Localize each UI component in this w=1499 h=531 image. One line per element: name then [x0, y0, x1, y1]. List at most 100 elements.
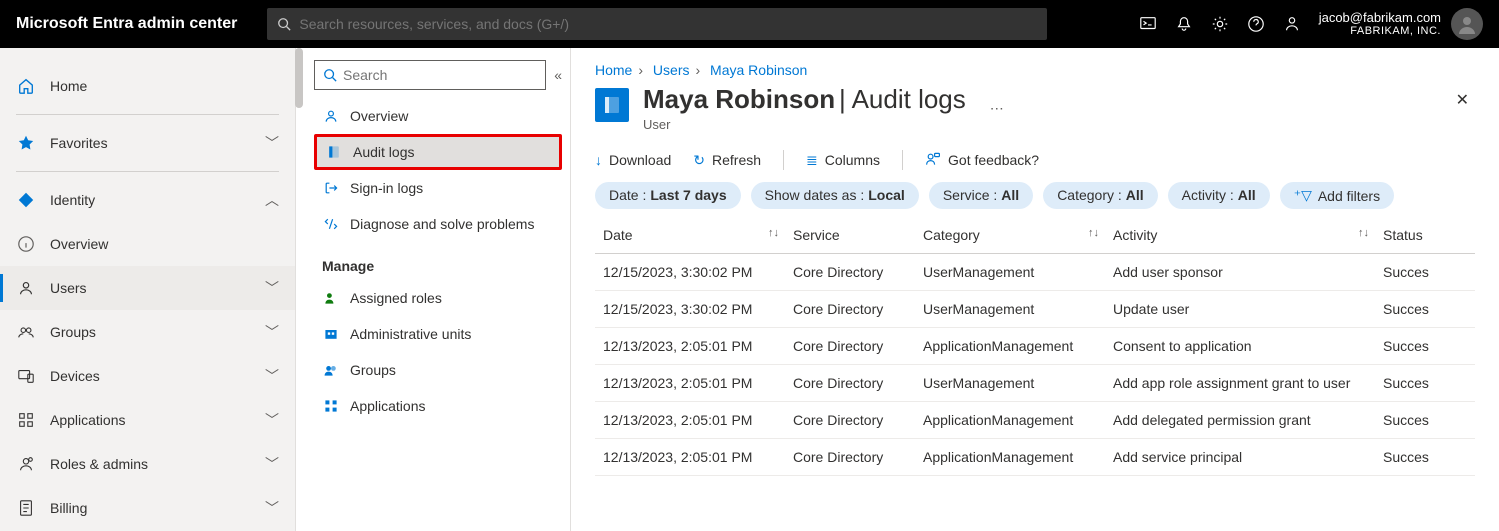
sort-icon: ↑↓	[768, 227, 779, 239]
filter-date[interactable]: Date : Last 7 days	[595, 182, 741, 209]
chevron-down-icon: ﹀	[265, 278, 279, 298]
diag-icon	[322, 216, 340, 232]
filter-bar: Date : Last 7 days Show dates as : Local…	[571, 178, 1499, 217]
col-category[interactable]: Category↑↓	[915, 217, 1105, 254]
feedback-button[interactable]: Got feedback?	[925, 151, 1039, 170]
filter-service[interactable]: Service : All	[929, 182, 1033, 209]
chevron-up-icon: ︿	[265, 190, 279, 210]
cloudshell-icon[interactable]	[1139, 15, 1157, 33]
topbar: Microsoft Entra admin center jacob@fabri…	[0, 0, 1499, 48]
secondary-nav: « OverviewAudit logsSign-in logsDiagnose…	[296, 48, 571, 531]
avatar[interactable]	[1451, 8, 1483, 40]
help-icon[interactable]	[1247, 15, 1265, 33]
global-search[interactable]	[267, 8, 1047, 40]
breadcrumb-current[interactable]: Maya Robinson	[710, 62, 807, 78]
col-date[interactable]: Date↑↓	[595, 217, 785, 254]
col-status[interactable]: Status	[1375, 217, 1475, 254]
apps2-icon	[322, 398, 340, 414]
person-icon	[322, 108, 340, 124]
table-row[interactable]: 12/15/2023, 3:30:02 PMCore DirectoryUser…	[595, 254, 1475, 291]
download-button[interactable]: ↓Download	[595, 152, 671, 168]
sec-item-assigned-roles[interactable]: Assigned roles	[314, 280, 562, 316]
breadcrumb-users[interactable]: Users	[653, 62, 690, 78]
tenant-name: FABRIKAM, INC.	[1319, 25, 1441, 38]
col-activity[interactable]: Activity↑↓	[1105, 217, 1375, 254]
page-kind: User	[643, 117, 966, 132]
search-icon	[323, 68, 337, 82]
brand: Microsoft Entra admin center	[16, 15, 237, 33]
table-row[interactable]: 12/13/2023, 2:05:01 PMCore DirectoryUser…	[595, 365, 1475, 402]
sec-item-groups[interactable]: Groups	[314, 352, 562, 388]
sec-item-audit-logs[interactable]: Audit logs	[314, 134, 562, 170]
sec-item-overview[interactable]: Overview	[314, 98, 562, 134]
nav-item-favorites[interactable]: Favorites﹀	[0, 121, 295, 165]
breadcrumb: Home› Users› Maya Robinson	[571, 48, 1499, 82]
user-email: jacob@fabrikam.com	[1319, 10, 1441, 26]
sec-item-diagnose-and-solve-problems[interactable]: Diagnose and solve problems	[314, 206, 562, 242]
columns-button[interactable]: ≣Columns	[806, 152, 880, 169]
nav-item-overview[interactable]: Overview	[0, 222, 295, 266]
devices-icon	[16, 367, 36, 385]
nav-item-billing[interactable]: Billing﹀	[0, 486, 295, 530]
columns-icon: ≣	[806, 152, 818, 169]
global-search-input[interactable]	[299, 16, 1037, 32]
chevron-down-icon: ﹀	[265, 133, 279, 153]
nav-item-groups[interactable]: Groups﹀	[0, 310, 295, 354]
diamond-icon	[16, 191, 36, 209]
home-icon	[16, 77, 36, 95]
feedback-icon[interactable]	[1283, 15, 1301, 33]
user-menu[interactable]: jacob@fabrikam.com FABRIKAM, INC.	[1319, 8, 1483, 40]
breadcrumb-home[interactable]: Home	[595, 62, 632, 78]
page-icon	[595, 88, 629, 122]
page-subtitle: Audit logs	[852, 84, 966, 114]
adminunits-icon	[322, 326, 340, 342]
table-row[interactable]: 12/15/2023, 3:30:02 PMCore DirectoryUser…	[595, 291, 1475, 328]
book-icon	[325, 144, 343, 160]
sec-item-applications[interactable]: Applications	[314, 388, 562, 424]
notifications-icon[interactable]	[1175, 15, 1193, 33]
user-icon	[16, 279, 36, 297]
sec-item-sign-in-logs[interactable]: Sign-in logs	[314, 170, 562, 206]
left-nav: Home Favorites﹀ Identity︿OverviewUsers﹀Gro…	[0, 48, 296, 531]
manage-heading: Manage	[322, 258, 562, 274]
filter-showdates[interactable]: Show dates as : Local	[751, 182, 919, 209]
nav-item-roles-admins[interactable]: Roles & admins﹀	[0, 442, 295, 486]
nav-item-applications[interactable]: Applications﹀	[0, 398, 295, 442]
chevron-down-icon: ﹀	[265, 498, 279, 518]
chevron-down-icon: ﹀	[265, 410, 279, 430]
signin-icon	[322, 180, 340, 196]
nav-item-identity[interactable]: Identity︿	[0, 178, 295, 222]
collapse-icon[interactable]: «	[554, 67, 562, 83]
filter-category[interactable]: Category : All	[1043, 182, 1157, 209]
content-area: Home› Users› Maya Robinson Maya Robinson…	[571, 48, 1499, 531]
sort-icon: ↑↓	[1088, 227, 1099, 239]
groups2-icon	[322, 362, 340, 378]
add-filters-button[interactable]: ⁺▽Add filters	[1280, 182, 1394, 209]
roles-icon	[16, 455, 36, 473]
nav-item-users[interactable]: Users﹀	[0, 266, 295, 310]
page-title: Maya Robinson	[643, 84, 835, 114]
table-row[interactable]: 12/13/2023, 2:05:01 PMCore DirectoryAppl…	[595, 328, 1475, 365]
refresh-button[interactable]: ↻Refresh	[693, 152, 761, 169]
add-filter-icon: ⁺▽	[1294, 187, 1312, 204]
more-icon[interactable]: ⋯	[990, 100, 1004, 117]
person-feedback-icon	[925, 151, 941, 170]
apps-icon	[16, 411, 36, 429]
table-row[interactable]: 12/13/2023, 2:05:01 PMCore DirectoryAppl…	[595, 402, 1475, 439]
settings-icon[interactable]	[1211, 15, 1229, 33]
secondary-search[interactable]	[314, 60, 546, 90]
nav-item-home[interactable]: Home	[0, 64, 295, 108]
close-icon[interactable]: ✕	[1450, 84, 1475, 116]
secondary-search-input[interactable]	[343, 67, 537, 83]
table-row[interactable]: 12/13/2023, 2:05:01 PMCore DirectoryAppl…	[595, 439, 1475, 476]
groups-icon	[16, 323, 36, 341]
nav-item-devices[interactable]: Devices﹀	[0, 354, 295, 398]
star-icon	[16, 134, 36, 152]
command-bar: ↓Download ↻Refresh ≣Columns Got feedback…	[571, 138, 1499, 178]
roles2-icon	[322, 290, 340, 306]
sec-item-administrative-units[interactable]: Administrative units	[314, 316, 562, 352]
audit-log-table: Date↑↓ Service Category↑↓ Activity↑↓ Sta…	[571, 217, 1499, 531]
col-service[interactable]: Service	[785, 217, 915, 254]
filter-activity[interactable]: Activity : All	[1168, 182, 1270, 209]
chevron-down-icon: ﹀	[265, 322, 279, 342]
